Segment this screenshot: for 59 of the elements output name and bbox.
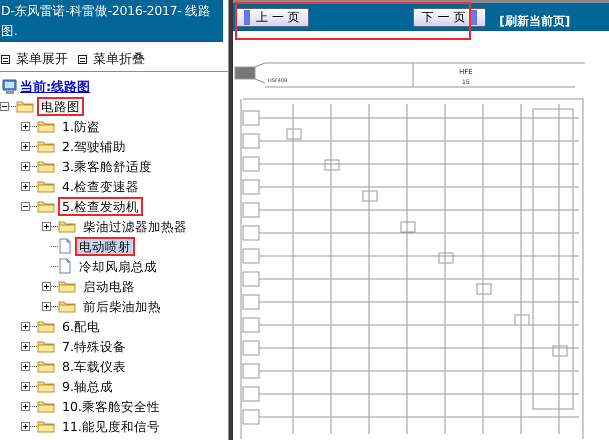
menu-action[interactable]: 菜单展开 — [16, 50, 68, 68]
next-page-button[interactable]: 下 一 页 — [412, 8, 486, 26]
folder-icon — [58, 299, 76, 313]
folder-icon — [37, 399, 55, 413]
tree-item[interactable]: 7.特殊设备 — [58, 336, 130, 356]
expand-toggle[interactable] — [42, 302, 51, 310]
expand-toggle[interactable] — [21, 342, 30, 350]
page-icon — [58, 238, 72, 254]
menu-action[interactable]: 菜单折叠 — [93, 50, 145, 68]
tree-item[interactable]: 10.乘客舱安全性 — [58, 396, 164, 416]
folder-icon — [37, 159, 55, 173]
folder-icon — [58, 279, 76, 293]
expand-toggle[interactable] — [21, 162, 30, 170]
folder-icon — [37, 199, 55, 213]
folder-icon — [37, 359, 55, 373]
page-icon — [58, 258, 72, 274]
tree-item[interactable]: 3.乘客舱舒适度 — [58, 156, 156, 176]
tree-item[interactable]: 冷却风扇总成 — [75, 256, 161, 276]
current-location-link[interactable]: 当前:线路图 — [20, 78, 90, 96]
expand-toggle[interactable] — [21, 422, 30, 430]
expand-toggle[interactable] — [42, 282, 51, 290]
tree-item[interactable]: 2.驾驶辅助 — [58, 136, 130, 156]
expand-toggle[interactable] — [21, 402, 30, 410]
list-icon[interactable] — [1, 54, 10, 64]
expand-toggle[interactable] — [42, 222, 51, 230]
expand-toggle[interactable] — [21, 182, 30, 190]
expand-toggle[interactable] — [21, 142, 30, 150]
tree-item[interactable]: 5.检查发动机 — [58, 196, 143, 216]
expand-toggle[interactable] — [21, 322, 30, 330]
folder-icon — [37, 379, 55, 393]
list-icon[interactable] — [78, 54, 87, 64]
collapse-toggle[interactable] — [21, 202, 30, 210]
tree-item[interactable]: 6.配电 — [58, 316, 104, 336]
tree-item[interactable]: 柴油过滤器加热器 — [79, 216, 191, 236]
collapse-toggle[interactable] — [0, 102, 9, 110]
tree-item[interactable]: 11.能见度和信号 — [58, 416, 164, 436]
folder-icon — [37, 119, 55, 133]
expand-toggle[interactable] — [21, 122, 30, 130]
tree-item[interactable]: 8.车载仪表 — [58, 356, 130, 376]
refresh-link[interactable]: [刷新当前页] — [499, 12, 570, 30]
tree-item[interactable]: 启动电路 — [79, 276, 139, 296]
computer-icon — [2, 79, 18, 95]
folder-icon — [37, 139, 55, 153]
sidebar-title: D-东风雷诺-科雷傲-2016-2017- 线路图. — [0, 0, 223, 42]
folder-icon — [16, 99, 34, 113]
folder-icon — [58, 219, 76, 233]
expand-toggle[interactable] — [21, 382, 30, 390]
tree-item[interactable]: 1.防盗 — [58, 116, 104, 136]
folder-icon — [37, 319, 55, 333]
tree-item[interactable]: 电动喷射 — [75, 236, 135, 256]
folder-icon — [37, 339, 55, 353]
tree-item[interactable]: 电路图 — [37, 96, 84, 116]
tree-item[interactable]: 前后柴油加热 — [79, 296, 165, 316]
tree-item[interactable]: 9.轴总成 — [58, 376, 117, 396]
folder-icon — [37, 179, 55, 193]
tree-item[interactable]: 4.检查变速器 — [58, 176, 143, 196]
expand-toggle[interactable] — [21, 362, 30, 370]
folder-icon — [37, 419, 55, 433]
previous-page-button[interactable]: 上 一 页 — [235, 8, 309, 26]
